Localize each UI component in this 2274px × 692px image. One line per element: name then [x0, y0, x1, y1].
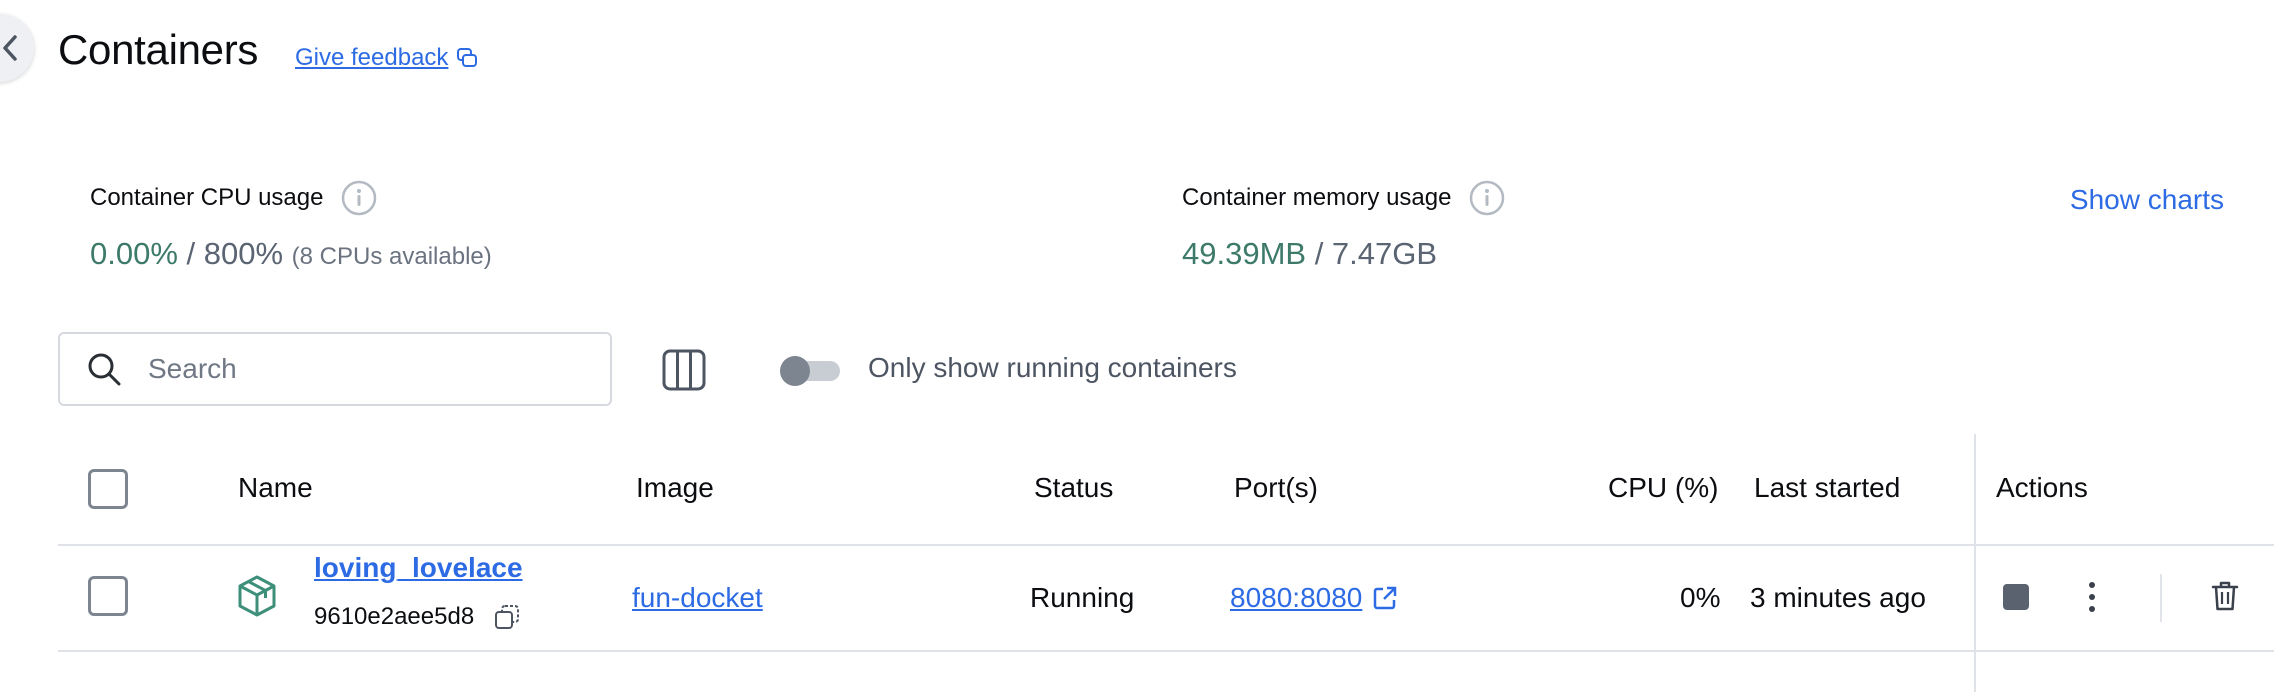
page-title: Containers [58, 26, 259, 73]
cpu-usage-value: 0.00% / 800% (8 CPUs available) [90, 236, 492, 272]
give-feedback-link[interactable]: Give feedback [295, 44, 478, 72]
back-button[interactable] [0, 14, 34, 82]
trash-icon[interactable] [2210, 580, 2240, 612]
info-icon[interactable] [1469, 180, 1505, 216]
feedback-icon [457, 48, 478, 67]
row-divider [58, 650, 2274, 652]
last-started-value: 3 minutes ago [1750, 582, 1926, 613]
search-input[interactable] [148, 353, 568, 385]
row-checkbox[interactable] [88, 576, 128, 616]
cpu-separator: / [177, 236, 204, 271]
more-vertical-icon[interactable] [2086, 580, 2098, 614]
memory-usage-value: 49.39MB / 7.47GB [1182, 236, 1437, 272]
memory-usage-label-text: Container memory usage [1182, 184, 1452, 211]
column-header-name[interactable]: Name [238, 472, 313, 504]
image-link[interactable]: fun-docket [632, 582, 763, 614]
column-header-ports[interactable]: Port(s) [1234, 472, 1318, 504]
info-icon[interactable] [341, 180, 377, 216]
memory-usage-label: Container memory usage [1182, 180, 1505, 216]
actions-column-divider [1974, 434, 1976, 692]
header-divider [58, 544, 2274, 546]
memory-total: 7.47GB [1331, 236, 1438, 271]
port-link[interactable]: 8080:8080 [1230, 582, 1398, 614]
stop-icon[interactable] [2002, 583, 2030, 611]
back-chevron-icon [3, 35, 17, 61]
memory-used: 49.39MB [1182, 236, 1307, 271]
copy-icon[interactable] [494, 604, 520, 630]
select-all-checkbox[interactable] [88, 469, 128, 509]
cpu-used: 0.00% [90, 236, 178, 271]
running-only-toggle[interactable] [780, 356, 840, 386]
cpu-available-note: (8 CPUs available) [291, 243, 492, 270]
column-header-last-started[interactable]: Last started [1754, 472, 1900, 504]
toggle-knob [780, 356, 810, 386]
container-id: 9610e2aee5d8 [314, 603, 475, 630]
actions-separator [2160, 574, 2162, 622]
column-header-image[interactable]: Image [636, 472, 714, 504]
show-charts-button[interactable]: Show charts [2070, 184, 2224, 216]
column-header-cpu[interactable]: CPU (%) [1608, 472, 1718, 504]
container-name-link[interactable]: loving_lovelace [314, 552, 523, 584]
port-label: 8080:8080 [1230, 582, 1363, 613]
column-header-status[interactable]: Status [1034, 472, 1113, 504]
container-cube-icon [238, 575, 276, 617]
cpu-usage-label-text: Container CPU usage [90, 184, 324, 211]
external-link-icon [1374, 586, 1397, 610]
status-text: Running [1030, 582, 1135, 613]
cpu-value: 0% [1680, 582, 1721, 613]
running-only-label: Only show running containers [868, 352, 1237, 383]
column-header-actions: Actions [1996, 472, 2088, 503]
columns-icon[interactable] [662, 349, 706, 391]
search-icon [88, 353, 121, 386]
memory-separator: / [1306, 236, 1332, 271]
search-field[interactable] [58, 332, 612, 406]
cpu-total: 800% [203, 236, 284, 271]
cpu-usage-label: Container CPU usage [90, 180, 377, 216]
give-feedback-label: Give feedback [295, 44, 449, 71]
